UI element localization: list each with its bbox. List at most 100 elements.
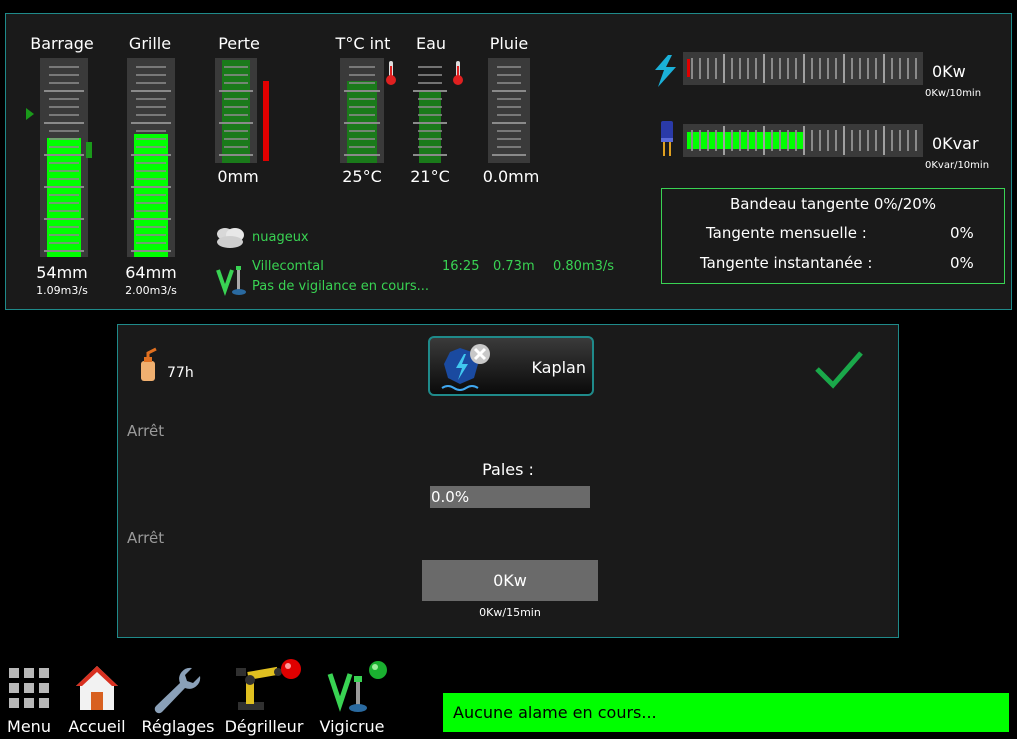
gauge-tick bbox=[497, 66, 521, 68]
power-bar-tick bbox=[779, 58, 781, 79]
power-bar-tick bbox=[691, 130, 693, 151]
barrage-value: 54mm bbox=[36, 263, 88, 282]
nav-menu[interactable]: Menu bbox=[4, 667, 54, 737]
nav-menu-label: Menu bbox=[7, 717, 51, 736]
pluie-gauge bbox=[488, 58, 530, 163]
perte-label: Perte bbox=[218, 34, 260, 53]
power-bar-tick bbox=[755, 130, 757, 151]
power-bar-tick bbox=[707, 58, 709, 79]
cloud-icon bbox=[217, 228, 244, 248]
vigicrue-logo-icon bbox=[216, 266, 246, 297]
capacitor-icon bbox=[661, 121, 673, 156]
power-bar-tick bbox=[731, 130, 733, 151]
weather-condition: nuageux bbox=[252, 230, 309, 245]
power-bar-tick bbox=[843, 54, 845, 83]
power-bar-fill bbox=[687, 132, 803, 149]
power-bar-tick bbox=[755, 58, 757, 79]
nav-degrilleur[interactable]: Dégrilleur bbox=[224, 658, 304, 738]
gauge-tick bbox=[131, 122, 171, 124]
power-bar-tick bbox=[907, 58, 909, 79]
grille-gauge bbox=[127, 58, 175, 257]
power-bar-tick bbox=[851, 58, 853, 79]
grille-gauge-fill bbox=[134, 134, 168, 257]
barrage-gauge-fill bbox=[47, 138, 81, 257]
power-bar-tick bbox=[803, 54, 805, 83]
power-bar-tick bbox=[899, 130, 901, 151]
gauge-tick bbox=[497, 146, 521, 148]
home-icon bbox=[76, 666, 118, 710]
vigicrue-location: Villecomtal bbox=[252, 259, 324, 274]
thermometer-icon bbox=[386, 61, 396, 85]
kaplan-turbine-button[interactable]: Kaplan bbox=[428, 336, 594, 396]
eau-gauge-fill bbox=[419, 92, 441, 163]
gauge-tick bbox=[497, 138, 521, 140]
gauge-tick bbox=[497, 82, 521, 84]
alarm-banner[interactable]: Aucune alame en cours... bbox=[443, 693, 1009, 732]
turbine-name: Kaplan bbox=[531, 358, 586, 377]
pales-label: Pales : bbox=[482, 460, 534, 479]
vigicrue-time: 16:25 bbox=[442, 259, 480, 274]
tangent-title: Bandeau tangente 0%/20% bbox=[729, 195, 937, 213]
power-bar-tick bbox=[819, 58, 821, 79]
nav-vigicrue[interactable]: Vigicrue bbox=[314, 658, 390, 738]
power-bar-tick bbox=[795, 58, 797, 79]
temp-int-gauge bbox=[340, 58, 384, 163]
tangent-instant-value: 0% bbox=[950, 254, 974, 272]
active-power-sub: 0Kw/10min bbox=[925, 88, 982, 99]
vigicrue-icon bbox=[327, 661, 387, 712]
power-bar-tick bbox=[739, 130, 741, 151]
active-power-value: 0Kw bbox=[932, 62, 966, 81]
gauge-tick bbox=[49, 66, 79, 68]
turbine-power-sub: 0Kw/15min bbox=[479, 606, 541, 619]
turbine-power-value: 0Kw bbox=[493, 571, 527, 590]
tangent-panel: Bandeau tangente 0%/20% Tangente mensuel… bbox=[661, 188, 1005, 284]
gauge-tick bbox=[136, 106, 166, 108]
lightning-icon bbox=[655, 55, 676, 87]
gauge-tick bbox=[497, 74, 521, 76]
gauge-tick bbox=[136, 82, 166, 84]
power-bar-tick bbox=[859, 130, 861, 151]
power-bar-tick bbox=[699, 130, 701, 151]
power-bar-tick bbox=[811, 130, 813, 151]
turbine-panel: 77h Kaplan Arrêt Arrêt Pales : 0.0% 0Kw … bbox=[117, 324, 899, 638]
gauge-tick bbox=[492, 122, 526, 124]
grille-label: Grille bbox=[128, 34, 172, 53]
power-bar-tick bbox=[827, 58, 829, 79]
gauge-tick bbox=[44, 122, 84, 124]
power-bar-tick bbox=[747, 130, 749, 151]
checkmark-icon bbox=[815, 351, 863, 389]
power-bar-tick bbox=[899, 58, 901, 79]
turbine-power-display: 0Kw bbox=[422, 560, 598, 601]
power-bar-tick bbox=[891, 58, 893, 79]
gauge-tick bbox=[136, 74, 166, 76]
power-bar-tick bbox=[707, 130, 709, 151]
measurements-panel: Barrage 54mm 1.09m3/s Grille 64mm 2.00m3… bbox=[5, 13, 1012, 310]
gauge-tick bbox=[136, 66, 166, 68]
vigicrue-level: 0.73m bbox=[493, 259, 535, 274]
power-bar-tick bbox=[875, 130, 877, 151]
eau-value: 21°C bbox=[410, 167, 450, 186]
perte-value: 0mm bbox=[217, 167, 259, 186]
power-bar-tick bbox=[883, 126, 885, 155]
nav-accueil[interactable]: Accueil bbox=[66, 664, 128, 738]
power-bar-tick bbox=[835, 58, 837, 79]
power-bar-tick bbox=[803, 126, 805, 155]
power-bar-tick bbox=[867, 58, 869, 79]
power-bar-tick bbox=[915, 58, 917, 79]
power-bar-tick bbox=[771, 130, 773, 151]
barrage-label: Barrage bbox=[30, 34, 94, 53]
gauge-tick bbox=[44, 90, 84, 92]
vigilance-status: Pas de vigilance en cours... bbox=[252, 279, 429, 294]
power-bar-tick bbox=[907, 130, 909, 151]
gauge-tick bbox=[49, 130, 79, 132]
gauge-tick bbox=[418, 74, 442, 76]
power-bar-tick bbox=[723, 126, 725, 155]
oil-hours: 77h bbox=[167, 365, 194, 381]
power-bar-tick bbox=[827, 130, 829, 151]
temp-int-label: T°C int bbox=[335, 34, 391, 53]
gauge-tick bbox=[492, 90, 526, 92]
gauge-tick bbox=[136, 114, 166, 116]
turbine-state-2: Arrêt bbox=[127, 529, 165, 547]
reactive-power-sub: 0Kvar/10min bbox=[925, 160, 990, 171]
nav-reglages[interactable]: Réglages bbox=[140, 664, 216, 738]
